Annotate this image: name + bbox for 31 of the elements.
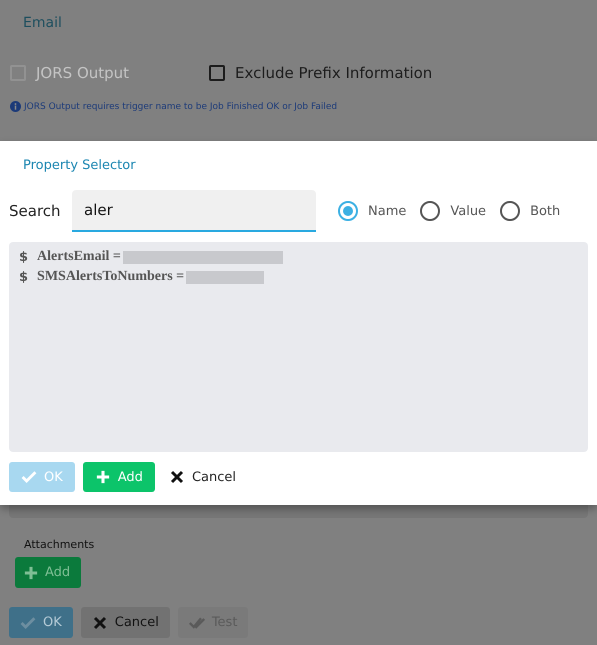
radio-button[interactable]: [500, 201, 520, 221]
section-title: Email: [23, 15, 63, 33]
double-check-icon: [188, 616, 205, 630]
info-icon: [10, 101, 21, 112]
search-field[interactable]: aler: [72, 190, 316, 232]
radio-label: Value: [450, 204, 486, 218]
plus-icon: [94, 470, 111, 484]
footer-button[interactable]: Cancel: [80, 607, 170, 638]
dialog-title: Property Selector: [23, 158, 137, 173]
add-button[interactable]: Add: [15, 557, 81, 588]
checkbox[interactable]: [209, 65, 225, 81]
property-name[interactable]: AlertsEmail =: [37, 249, 121, 265]
search-label: Search: [9, 202, 62, 220]
checkbox-label: JORS Output: [36, 64, 130, 82]
plus-icon: [23, 566, 39, 580]
dollar-symbol: $: [19, 250, 28, 264]
dollar-symbol: $: [19, 270, 28, 284]
check-icon: [21, 470, 37, 484]
radio-button[interactable]: [420, 201, 440, 221]
close-icon: [168, 470, 185, 484]
dialog-button[interactable]: Cancel: [162, 462, 242, 492]
property-name[interactable]: SMSAlertsToNumbers =: [37, 269, 184, 285]
dialog-button[interactable]: Add: [82, 462, 155, 492]
check-icon: [20, 616, 36, 630]
close-icon: [92, 616, 108, 630]
radio-label: Both: [530, 204, 560, 218]
info-note: JORS Output requires trigger name to be Job Finished OK or Job Failed: [24, 102, 338, 112]
checkbox-label: Exclude Prefix Information: [235, 64, 432, 82]
radio-button[interactable]: [338, 201, 358, 221]
attachments-label: Attachments: [24, 538, 96, 551]
radio-label: Name: [368, 204, 406, 218]
